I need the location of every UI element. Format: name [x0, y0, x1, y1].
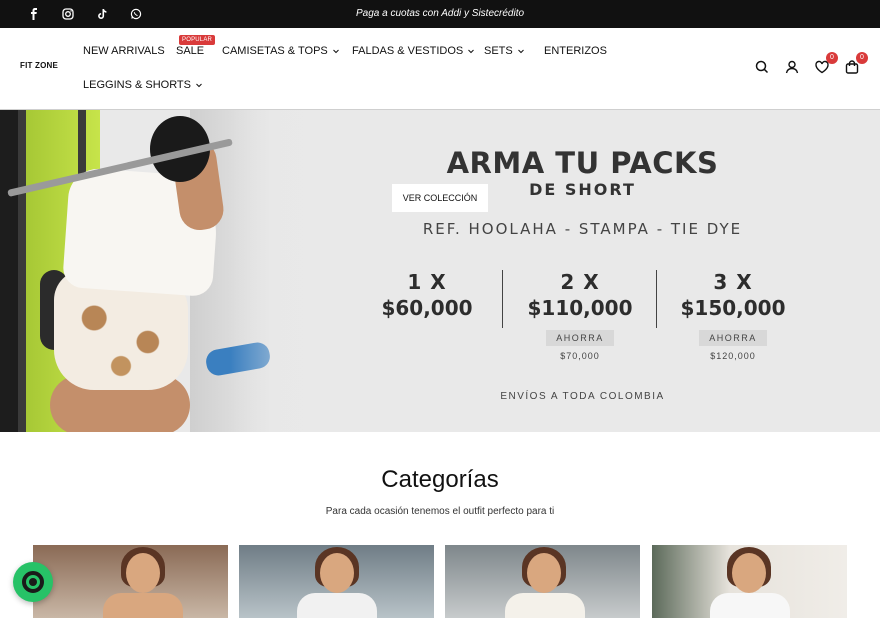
hero-title: ARMA TU PACKS	[446, 146, 719, 180]
pack-price: $150,000	[680, 296, 786, 320]
announcement-bar: Paga a cuotas con Addi y Sistecrédito	[0, 0, 880, 28]
nav-label: NEW ARRIVALS	[83, 45, 165, 57]
model-top	[710, 593, 790, 618]
model-top	[297, 593, 377, 618]
save-amount: $120,000	[710, 351, 756, 361]
pack-2: 2 X $110,000 AHORRA $70,000	[505, 270, 655, 361]
cart-count: 0	[856, 52, 868, 64]
pack-qty: 2 X	[560, 270, 600, 294]
search-icon[interactable]	[754, 59, 770, 75]
category-card[interactable]	[445, 545, 640, 618]
popular-badge: POPULAR	[179, 35, 216, 45]
category-card[interactable]	[652, 545, 847, 618]
hero-reference: REF. HOOLAHA - STAMPA - TIE DYE	[422, 220, 743, 238]
model-face	[527, 553, 561, 593]
nav-label: SALE	[176, 45, 205, 57]
hero-banner[interactable]: ARMA TU PACKS DE SHORT VER COLECCIÓN REF…	[0, 110, 880, 432]
save-label: AHORRA	[699, 330, 767, 346]
facebook-icon[interactable]	[26, 6, 42, 22]
model-top	[505, 593, 585, 618]
nav-enterizos[interactable]: ENTERIZOS	[544, 45, 607, 57]
main-nav: NEW ARRIVALS SALE POPULAR CAMISETAS & TO…	[83, 28, 643, 110]
logo[interactable]: FIT ZONE	[20, 61, 58, 70]
save-label: AHORRA	[546, 330, 614, 346]
pack-divider	[502, 270, 503, 328]
view-collection-button[interactable]: VER COLECCIÓN	[392, 184, 488, 212]
chevron-down-icon	[468, 49, 475, 54]
wishlist-button[interactable]: 0	[814, 52, 838, 75]
pack-3: 3 X $150,000 AHORRA $120,000	[658, 270, 808, 361]
model-face	[126, 553, 160, 593]
pack-1: 1 X $60,000	[352, 270, 502, 320]
nav-faldas-vestidos[interactable]: FALDAS & VESTIDOS	[352, 45, 475, 57]
pack-price: $110,000	[527, 296, 633, 320]
chevron-down-icon	[517, 49, 524, 54]
chat-widget-button[interactable]	[13, 562, 53, 602]
shipping-note: ENVÍOS A TODA COLOMBIA	[500, 391, 665, 402]
nav-sets[interactable]: SETS	[484, 45, 525, 57]
category-cards	[33, 545, 848, 618]
account-icon[interactable]	[784, 59, 800, 75]
pack-offers: 1 X $60,000 2 X $110,000 AHORRA $70,000 …	[352, 270, 812, 380]
nav-label: SETS	[484, 45, 513, 57]
save-amount: $70,000	[560, 351, 600, 361]
category-card[interactable]	[239, 545, 434, 618]
model-top	[103, 593, 183, 618]
nav-new-arrivals[interactable]: NEW ARRIVALS	[83, 45, 165, 57]
social-links	[26, 0, 144, 28]
header-actions: 0 0	[754, 52, 868, 75]
chevron-down-icon	[196, 83, 202, 88]
model-face	[320, 553, 354, 593]
nav-label: ENTERIZOS	[544, 45, 607, 57]
cart-button[interactable]: 0	[844, 52, 868, 75]
pack-qty: 1 X	[407, 270, 447, 294]
wishlist-count: 0	[826, 52, 838, 64]
nav-camisetas-tops[interactable]: CAMISETAS & TOPS	[222, 45, 340, 57]
chat-icon	[22, 571, 44, 593]
nav-sale[interactable]: SALE	[176, 45, 204, 57]
tiktok-icon[interactable]	[94, 6, 110, 22]
hero-subtitle: DE SHORT	[529, 180, 636, 199]
instagram-icon[interactable]	[60, 6, 76, 22]
nav-label: LEGGINS & SHORTS	[83, 79, 191, 91]
chevron-down-icon	[332, 49, 339, 54]
chat-icon-dot	[29, 578, 37, 586]
gym-column	[0, 110, 18, 432]
hero-photo	[0, 110, 330, 432]
model-face	[732, 553, 766, 593]
nav-label: CAMISETAS & TOPS	[222, 45, 328, 57]
nav-label: FALDAS & VESTIDOS	[352, 45, 464, 57]
pack-qty: 3 X	[713, 270, 753, 294]
pack-price: $60,000	[381, 296, 473, 320]
nav-leggins-shorts[interactable]: LEGGINS & SHORTS	[83, 79, 203, 91]
categories-title: Categorías	[381, 466, 499, 493]
pack-divider	[656, 270, 657, 328]
category-card[interactable]	[33, 545, 228, 618]
rack-post	[18, 110, 26, 432]
whatsapp-icon[interactable]	[128, 6, 144, 22]
site-header: FIT ZONE NEW ARRIVALS SALE POPULAR CAMIS…	[0, 28, 880, 110]
categories-subtitle: Para cada ocasión tenemos el outfit perf…	[325, 506, 555, 517]
